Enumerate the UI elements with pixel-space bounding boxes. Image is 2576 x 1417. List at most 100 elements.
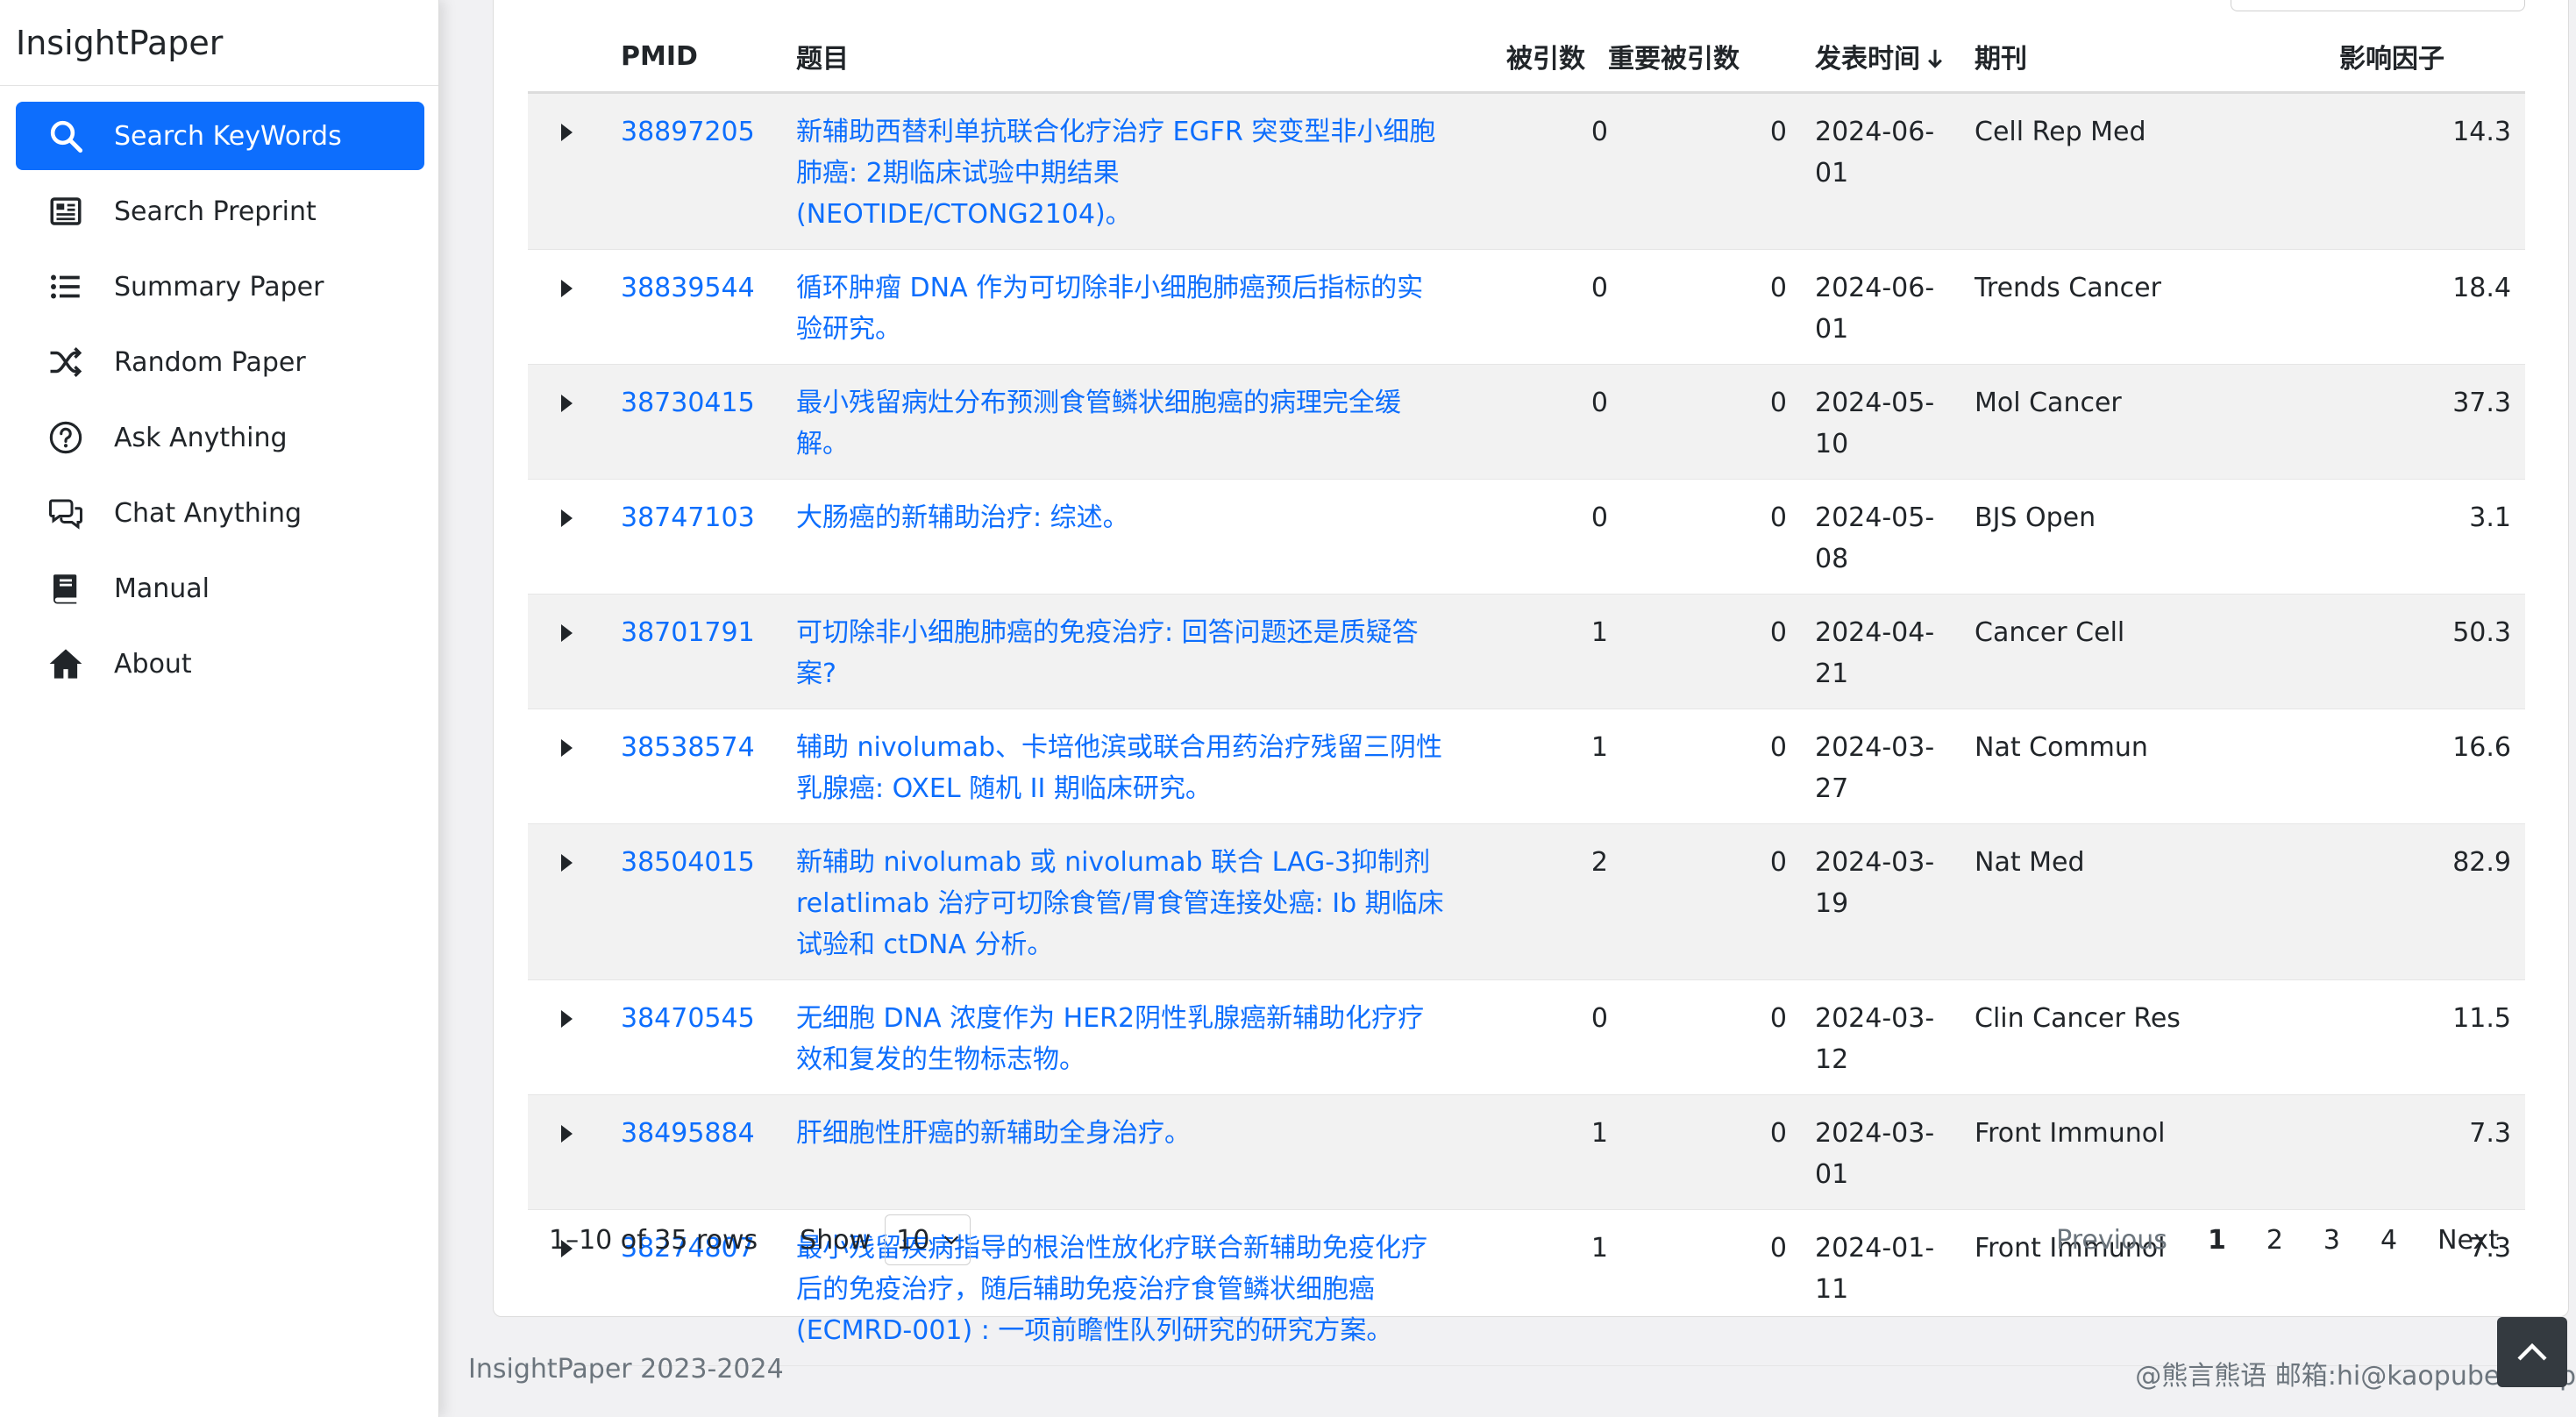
home-icon — [47, 645, 84, 682]
column-header-pmid[interactable]: PMID — [621, 21, 796, 94]
sidebar-item-label: Chat Anything — [114, 497, 302, 529]
page-button-4[interactable]: 4 — [2380, 1225, 2397, 1256]
table-row: 38747103 大肠癌的新辅助治疗: 综述。 0 0 2024-05-08 BJS Op… — [528, 479, 2525, 595]
column-header-key-cited[interactable]: 重要被引数 — [1608, 21, 1787, 94]
expand-cell — [528, 249, 621, 365]
sidebar-item-label: Manual — [114, 573, 210, 604]
sidebar-item-ask-anything[interactable]: Ask Anything — [16, 403, 424, 472]
paper-title-link[interactable]: 肝细胞性肝癌的新辅助全身治疗。 — [796, 1118, 1191, 1149]
column-header-journal[interactable]: 期刊 — [1962, 21, 2339, 94]
date-cell: 2024-03-27 — [1787, 708, 1962, 824]
brand-title[interactable]: InsightPaper — [0, 0, 438, 86]
pmid-link[interactable]: 38839544 — [621, 273, 755, 303]
column-header-cited[interactable]: 被引数 — [1506, 21, 1608, 94]
pmid-cell: 38470545 — [621, 979, 796, 1095]
title-cell: 最小残留病灶分布预测食管鳞状细胞癌的病理完全缓解。 — [796, 364, 1506, 480]
pagination-bar: 1–10 of 35 rows Show 10 Previous 1 2 3 4… — [528, 1214, 2525, 1266]
next-page-button[interactable]: Next — [2437, 1225, 2499, 1256]
paper-title-link[interactable]: 可切除非小细胞肺癌的免疫治疗: 回答问题还是质疑答案? — [796, 617, 1419, 689]
sidebar-item-chat-anything[interactable]: Chat Anything — [16, 479, 424, 547]
column-header-date[interactable]: 发表时间 — [1787, 21, 1962, 94]
expand-row-icon[interactable] — [561, 739, 573, 757]
arrow-down-icon — [1925, 48, 1945, 69]
paper-title-link[interactable]: 大肠癌的新辅助治疗: 综述。 — [796, 502, 1129, 533]
title-cell: 可切除非小细胞肺癌的免疫治疗: 回答问题还是质疑答案? — [796, 594, 1506, 709]
cited-cell: 2 — [1506, 823, 1608, 980]
sidebar: InsightPaper Search KeyWords Search Prep… — [0, 0, 439, 1417]
page-size-select[interactable]: 10 — [885, 1214, 971, 1265]
title-cell: 循环肿瘤 DNA 作为可切除非小细胞肺癌预后指标的实验研究。 — [796, 249, 1506, 365]
paper-title-link[interactable]: 新辅助 nivolumab 或 nivolumab 联合 LAG-3抑制剂 re… — [796, 847, 1444, 960]
pmid-link[interactable]: 38538574 — [621, 732, 755, 763]
paper-title-link[interactable]: 新辅助西替利单抗联合化疗治疗 EGFR 突变型非小细胞肺癌: 2期临床试验中期结… — [796, 117, 1435, 230]
rows-info: 1–10 of 35 rows — [549, 1224, 758, 1256]
sidebar-item-search-preprint[interactable]: Search Preprint — [16, 177, 424, 246]
journal-cell: Clin Cancer Res — [1962, 979, 2339, 1095]
expand-cell — [528, 1094, 621, 1210]
expand-row-icon[interactable] — [561, 1125, 573, 1143]
footer-copyright: InsightPaper 2023-2024 — [468, 1354, 784, 1385]
expand-row-icon[interactable] — [561, 509, 573, 527]
sidebar-item-summary-paper[interactable]: Summary Paper — [16, 253, 424, 321]
pmid-link[interactable]: 38495884 — [621, 1118, 755, 1149]
pmid-link[interactable]: 38701791 — [621, 617, 755, 648]
pmid-link[interactable]: 38504015 — [621, 847, 755, 878]
pmid-cell: 38897205 — [621, 92, 796, 250]
page-button-2[interactable]: 2 — [2266, 1225, 2283, 1256]
paper-title-link[interactable]: 辅助 nivolumab、卡培他滨或联合用药治疗残留三阴性乳腺癌: OXEL 随… — [796, 732, 1442, 804]
paper-title-link[interactable]: 最小残留病灶分布预测食管鳞状细胞癌的病理完全缓解。 — [796, 388, 1401, 459]
sidebar-item-random-paper[interactable]: Random Paper — [16, 328, 424, 396]
expand-row-icon[interactable] — [561, 280, 573, 297]
title-cell: 辅助 nivolumab、卡培他滨或联合用药治疗残留三阴性乳腺癌: OXEL 随… — [796, 708, 1506, 824]
cited-cell: 1 — [1506, 708, 1608, 824]
page-button-1[interactable]: 1 — [2208, 1225, 2226, 1256]
sidebar-item-search-keywords[interactable]: Search KeyWords — [16, 102, 424, 170]
expand-row-icon[interactable] — [561, 395, 573, 412]
impact-cell: 14.3 — [2339, 92, 2525, 250]
key-cited-cell: 0 — [1608, 479, 1787, 595]
journal-cell: Trends Cancer — [1962, 249, 2339, 365]
impact-cell: 11.5 — [2339, 979, 2525, 1095]
date-cell: 2024-05-10 — [1787, 364, 1962, 480]
title-cell: 大肠癌的新辅助治疗: 综述。 — [796, 479, 1506, 595]
back-to-top-button[interactable] — [2497, 1317, 2567, 1387]
sidebar-item-manual[interactable]: Manual — [16, 554, 424, 623]
previous-page-button[interactable]: Previous — [2056, 1225, 2167, 1256]
cited-cell: 1 — [1506, 594, 1608, 709]
pmid-link[interactable]: 38730415 — [621, 388, 755, 418]
show-label: Show — [800, 1224, 872, 1256]
pmid-link[interactable]: 38470545 — [621, 1003, 755, 1034]
table-row: 38701791 可切除非小细胞肺癌的免疫治疗: 回答问题还是质疑答案? 1 0 202… — [528, 594, 2525, 709]
paper-title-link[interactable]: 循环肿瘤 DNA 作为可切除非小细胞肺癌预后指标的实验研究。 — [796, 273, 1423, 345]
column-header-title[interactable]: 题目 — [796, 21, 1506, 94]
impact-cell: 18.4 — [2339, 249, 2525, 365]
paper-title-link[interactable]: 无细胞 DNA 浓度作为 HER2阴性乳腺癌新辅助化疗疗效和复发的生物标志物。 — [796, 1003, 1424, 1075]
pmid-cell: 38495884 — [621, 1094, 796, 1210]
expand-row-icon[interactable] — [561, 854, 573, 872]
expand-cell — [528, 364, 621, 480]
cited-cell: 0 — [1506, 979, 1608, 1095]
question-circle-icon — [47, 419, 84, 456]
cited-cell: 0 — [1506, 92, 1608, 250]
key-cited-cell: 0 — [1608, 979, 1787, 1095]
journal-cell: Cancer Cell — [1962, 594, 2339, 709]
table-row: 38839544 循环肿瘤 DNA 作为可切除非小细胞肺癌预后指标的实验研究。 0 0… — [528, 249, 2525, 365]
cited-cell: 0 — [1506, 479, 1608, 595]
expand-row-icon[interactable] — [561, 124, 573, 141]
table-body: 38897205 新辅助西替利单抗联合化疗治疗 EGFR 突变型非小细胞肺癌: 2… — [528, 92, 2525, 1366]
column-header-impact[interactable]: 影响因子 — [2339, 21, 2525, 94]
sidebar-item-about[interactable]: About — [16, 630, 424, 698]
table-search-input[interactable] — [2231, 0, 2525, 11]
expand-cell — [528, 594, 621, 709]
chevron-down-icon — [944, 1235, 959, 1245]
pmid-cell: 38504015 — [621, 823, 796, 980]
page-button-3[interactable]: 3 — [2323, 1225, 2340, 1256]
expand-row-icon[interactable] — [561, 1010, 573, 1028]
page-links: Previous 1 2 3 4 Next — [2016, 1225, 2499, 1256]
date-cell: 2024-03-12 — [1787, 979, 1962, 1095]
pmid-link[interactable]: 38897205 — [621, 117, 755, 147]
pmid-link[interactable]: 38747103 — [621, 502, 755, 533]
expand-row-icon[interactable] — [561, 624, 573, 642]
chat-icon — [47, 495, 84, 531]
key-cited-cell: 0 — [1608, 364, 1787, 480]
